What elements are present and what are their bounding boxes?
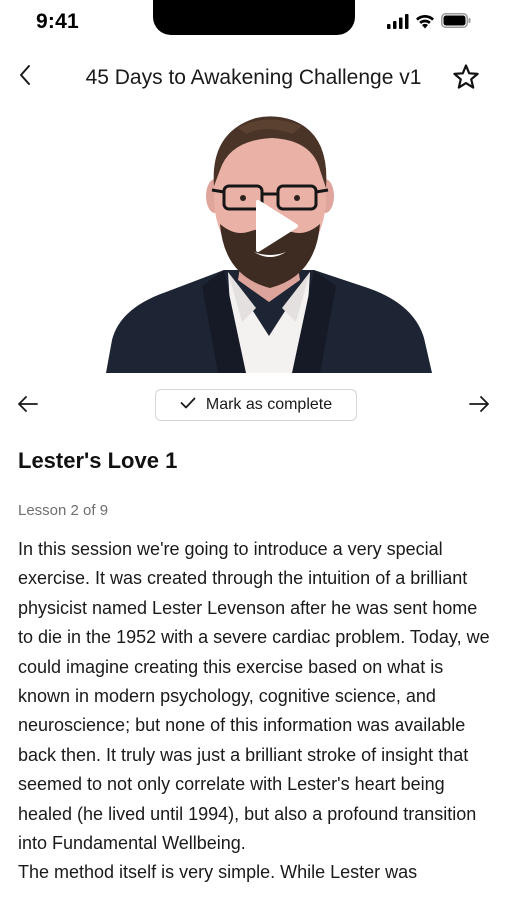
mark-complete-label: Mark as complete (205, 396, 333, 413)
play-button[interactable] (246, 196, 302, 256)
device-notch (153, 0, 355, 35)
status-icons (387, 13, 471, 33)
previous-lesson-button[interactable] (12, 392, 44, 420)
header: 45 Days to Awakening Challenge v1 (0, 52, 507, 108)
page-title: 45 Days to Awakening Challenge v1 (85, 66, 422, 89)
status-bar: 9:41 (0, 0, 507, 48)
favorite-button[interactable] (449, 62, 483, 96)
wifi-icon (415, 13, 435, 34)
chevron-left-icon (18, 64, 32, 91)
star-outline-icon (452, 63, 480, 96)
lesson-title: Lester's Love 1 (18, 448, 178, 473)
arrow-right-icon (468, 395, 490, 417)
mark-complete-button[interactable]: Mark as complete (155, 389, 357, 421)
next-lesson-button[interactable] (463, 392, 495, 420)
status-time: 9:41 (36, 10, 79, 33)
lesson-description: In this session we're going to introduce… (18, 535, 490, 888)
video-player[interactable] (106, 112, 432, 373)
back-button[interactable] (10, 60, 40, 94)
check-icon (180, 396, 196, 414)
play-icon (246, 200, 302, 260)
lesson-progress: Lesson 2 of 9 (18, 502, 109, 519)
battery-icon (441, 13, 471, 33)
arrow-left-icon (17, 395, 39, 417)
signal-icon (387, 13, 409, 34)
lesson-paragraph: In this session we're going to introduce… (18, 539, 490, 854)
lesson-paragraph: The method itself is very simple. While … (18, 862, 418, 883)
